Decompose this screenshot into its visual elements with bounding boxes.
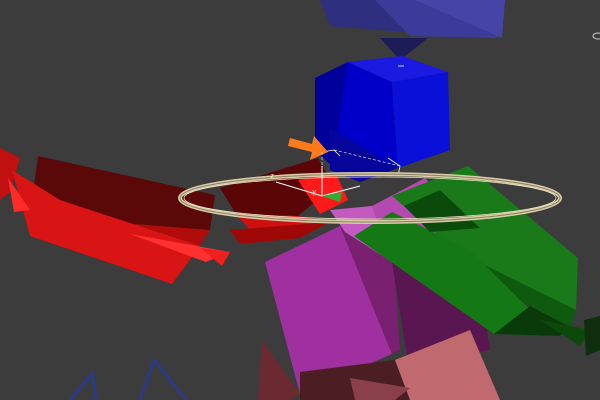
3d-viewport[interactable]: z y bbox=[0, 0, 600, 400]
paper-plane-darkblue[interactable] bbox=[68, 356, 188, 400]
paper-plane-blue[interactable] bbox=[315, 56, 450, 182]
viewport-edge-marker bbox=[592, 32, 600, 40]
axis-label-z: z bbox=[270, 172, 274, 180]
axis-label-y: y bbox=[312, 188, 316, 196]
scene-canvas[interactable]: z y bbox=[0, 0, 600, 400]
paper-plane-blue-top[interactable] bbox=[320, 0, 505, 60]
